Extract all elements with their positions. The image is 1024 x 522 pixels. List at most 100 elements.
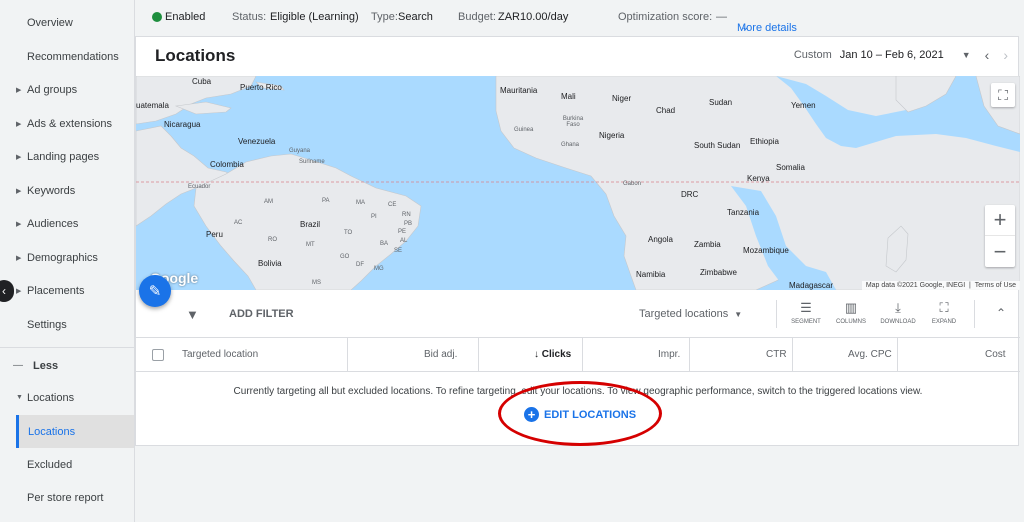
map-label: Ethiopia xyxy=(750,137,779,146)
map-label: AM xyxy=(264,199,273,205)
date-range-picker[interactable]: Custom Jan 10 – Feb 6, 2021 ▼ ‹ › xyxy=(794,47,1008,63)
date-range-value: Jan 10 – Feb 6, 2021 xyxy=(839,49,944,61)
sidebar-item-ads-extensions[interactable]: ▶ Ads & extensions xyxy=(0,107,134,140)
column-divider xyxy=(792,338,793,372)
enabled-status[interactable]: Enabled xyxy=(165,11,205,23)
expand-arrow-icon: ▶ xyxy=(16,287,22,295)
sidebar-subitem-locations[interactable]: Locations xyxy=(16,415,134,448)
fullscreen-icon[interactable]: ⛶ xyxy=(991,83,1015,107)
sidebar-item-label: Excluded xyxy=(27,458,73,471)
map-label: Namibia xyxy=(636,270,666,279)
map-zoom-control: + − xyxy=(985,205,1015,267)
chevron-right-icon[interactable]: › xyxy=(1003,47,1008,63)
edit-pencil-button[interactable]: ✎ xyxy=(139,275,171,307)
sidebar-item-settings[interactable]: Settings xyxy=(0,308,134,341)
filter-icon[interactable]: ▼ xyxy=(186,307,199,322)
select-all-checkbox[interactable] xyxy=(152,349,164,361)
header-cost[interactable]: Cost xyxy=(985,349,1006,360)
map-label: BA xyxy=(380,241,389,247)
sidebar-divider xyxy=(0,347,134,348)
chevron-left-icon[interactable]: ‹ xyxy=(985,47,990,63)
map-label: Sudan xyxy=(709,98,733,107)
expand-arrow-icon: ▶ xyxy=(16,220,22,228)
table-toolbar: ▼ ADD FILTER Targeted locations ▼ ☰ SEGMEN… xyxy=(136,290,1020,338)
map-label: DRC xyxy=(681,190,699,199)
expand-button[interactable]: ⛶ EXPAND xyxy=(924,300,964,325)
sidebar-item-label: Locations xyxy=(28,425,76,438)
add-filter-button[interactable]: ADD FILTER xyxy=(229,308,294,320)
map-label: MG xyxy=(374,266,384,272)
header-impr[interactable]: Impr. xyxy=(658,349,680,360)
enabled-status-dot-icon xyxy=(152,12,162,22)
map-label: Niger xyxy=(612,94,632,103)
header-ctr[interactable]: CTR xyxy=(766,349,787,360)
sidebar-item-label: Recommendations xyxy=(27,50,119,63)
download-button[interactable]: ⤓ DOWNLOAD xyxy=(878,300,918,325)
expand-label: EXPAND xyxy=(931,319,957,325)
caret-down-icon: ▼ xyxy=(734,310,743,319)
header-clicks[interactable]: ↓ Clicks xyxy=(534,349,571,360)
status-value: Eligible (Learning) xyxy=(270,11,359,23)
terms-of-use-link[interactable]: Terms of Use xyxy=(975,282,1016,289)
sidebar-less-toggle[interactable]: — Less xyxy=(0,349,134,382)
zoom-in-button[interactable]: + xyxy=(985,205,1015,236)
map-label: Gabon xyxy=(623,181,642,187)
less-label: Less xyxy=(33,359,59,372)
map-label: Puerto Rico xyxy=(240,83,282,92)
segment-button[interactable]: ☰ SEGMENT xyxy=(786,300,826,325)
columns-button[interactable]: ▥ COLUMNS xyxy=(831,300,871,325)
map-label: AC xyxy=(234,220,243,226)
map-label: Mali xyxy=(561,92,576,101)
map-label: PA xyxy=(322,198,330,204)
header-avg-cpc[interactable]: Avg. CPC xyxy=(848,349,892,360)
sidebar-item-label: Landing pages xyxy=(27,150,100,163)
header-targeted-location[interactable]: Targeted location xyxy=(182,349,258,360)
sidebar-item-placements[interactable]: ▶ Placements xyxy=(0,274,134,307)
download-label: DOWNLOAD xyxy=(880,319,916,325)
sidebar-item-label: Ad groups xyxy=(27,83,78,96)
chevron-up-icon[interactable]: ⌃ xyxy=(996,306,1006,320)
map-label: PB xyxy=(404,221,413,227)
header-bid-adj[interactable]: Bid adj. xyxy=(424,349,457,360)
sidebar-item-recommendations[interactable]: Recommendations xyxy=(0,40,134,73)
sidebar-subitem-excluded[interactable]: Excluded xyxy=(0,448,134,481)
minus-icon: — xyxy=(13,360,23,371)
locations-map[interactable]: Puerto Rico Cuba uatemala Nicaragua Vene… xyxy=(136,76,1020,290)
map-label: uatemala xyxy=(136,101,169,110)
chevron-down-icon: ⌄ xyxy=(741,22,750,33)
status-prefix: Status: xyxy=(232,11,267,23)
map-label: CE xyxy=(388,202,397,208)
view-select-dropdown[interactable]: Targeted locations ▼ xyxy=(639,308,742,320)
map-label: RO xyxy=(268,237,277,243)
download-icon: ⤓ xyxy=(895,300,901,315)
sidebar-item-overview[interactable]: Overview xyxy=(0,6,134,39)
segment-icon: ☰ xyxy=(800,300,812,315)
header-clicks-label: Clicks xyxy=(541,349,572,360)
pencil-icon: ✎ xyxy=(148,283,162,300)
sidebar-item-demographics[interactable]: ▶ Demographics xyxy=(0,241,134,274)
map-label: Madagascar xyxy=(789,281,834,290)
caret-down-icon[interactable]: ▼ xyxy=(962,50,971,60)
sidebar-item-audiences[interactable]: ▶ Audiences xyxy=(0,207,134,240)
optimization-score-value: — xyxy=(716,11,727,23)
sidebar-subitem-per-store-report[interactable]: Per store report xyxy=(0,481,134,514)
highlight-annotation-circle xyxy=(498,381,662,446)
map-label: South Sudan xyxy=(694,141,741,150)
sidebar-item-locations-section[interactable]: ▼ Locations xyxy=(0,381,134,414)
map-label: Ghana xyxy=(561,142,580,148)
map-label: Brazil xyxy=(300,220,321,229)
map-data-text: Map data ©2021 Google, INEGI xyxy=(865,282,966,289)
map-label: Kenya xyxy=(747,174,770,183)
map-label: MT xyxy=(306,242,315,248)
map-label: Cuba xyxy=(192,77,212,86)
zoom-out-button[interactable]: − xyxy=(985,236,1015,267)
sidebar-item-landing-pages[interactable]: ▶ Landing pages xyxy=(0,140,134,173)
map-label: RN xyxy=(402,212,411,218)
sidebar-item-label: Audiences xyxy=(27,217,79,230)
segment-label: SEGMENT xyxy=(791,319,821,325)
sidebar-item-keywords[interactable]: ▶ Keywords xyxy=(0,174,134,207)
toolbar-divider xyxy=(776,300,777,328)
map-label: PE xyxy=(398,229,407,235)
sidebar-item-ad-groups[interactable]: ▶ Ad groups xyxy=(0,73,134,106)
map-label: Mauritania xyxy=(500,86,538,95)
